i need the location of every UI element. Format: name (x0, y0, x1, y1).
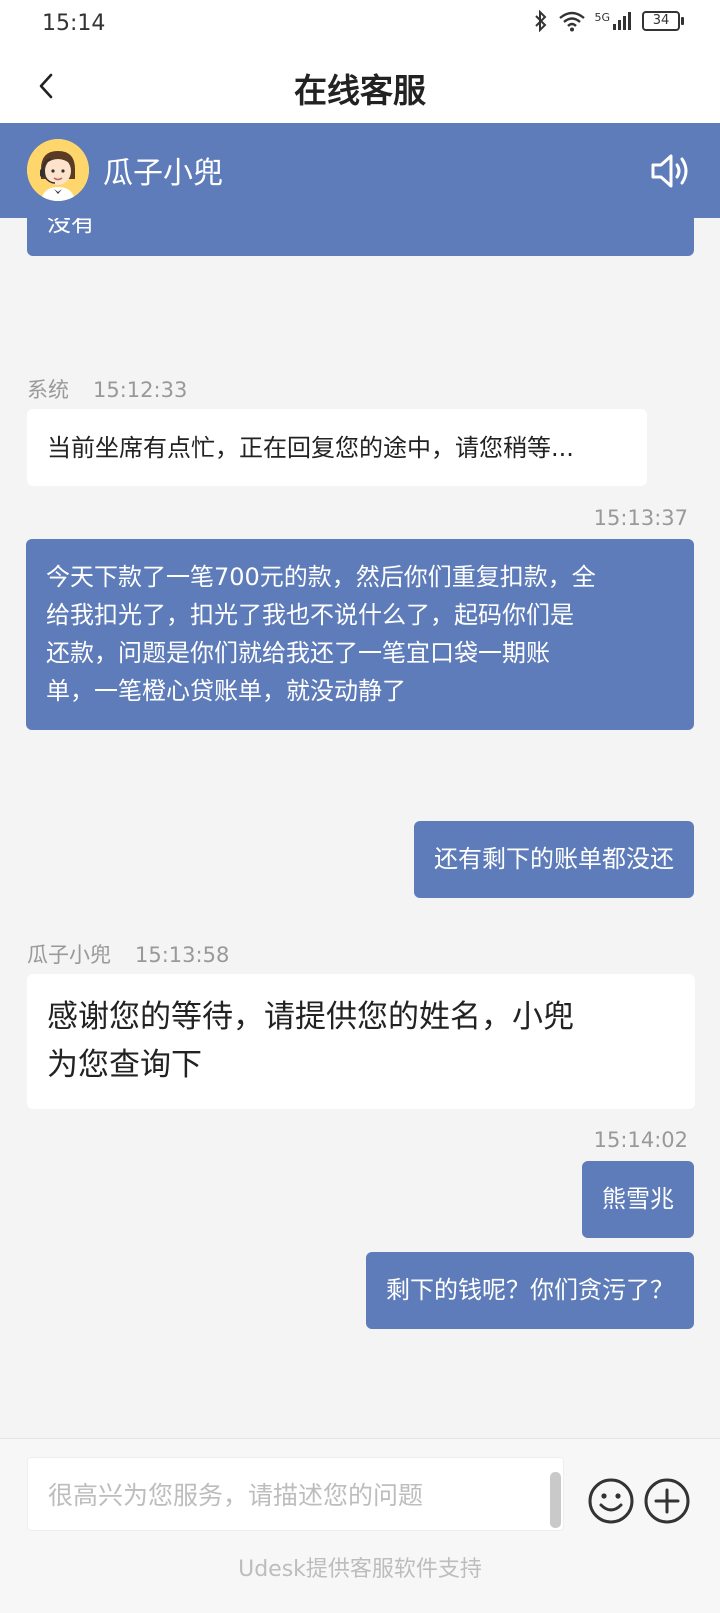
message-text: 剩下的钱呢？你们贪污了？ (386, 1276, 674, 1304)
message-bubble-outgoing: 还有剩下的账单都没还 (414, 821, 694, 898)
add-button[interactable] (643, 1477, 691, 1525)
message-sender: 系统 (27, 378, 69, 402)
message-bubble-outgoing: 剩下的钱呢？你们贪污了？ (366, 1252, 694, 1329)
emoji-button[interactable] (587, 1477, 635, 1525)
agent-avatar (27, 139, 89, 201)
message-bubble-outgoing: 没有 (27, 218, 694, 256)
speaker-button[interactable] (648, 148, 694, 194)
input-bar: Udesk提供客服软件支持 (0, 1438, 720, 1613)
message-line: 感谢您的等待，请提供您的姓名，小兜 (47, 999, 574, 1035)
speaker-icon (651, 154, 688, 188)
message-text: 没有 (47, 218, 95, 237)
message-text: 熊雪兆 (602, 1185, 674, 1213)
network-type-label: 5G (594, 11, 610, 24)
signal-icon (613, 12, 631, 30)
message-input-box[interactable] (27, 1457, 564, 1532)
wifi-icon (559, 11, 586, 32)
message-time: 15:13:58 (135, 943, 230, 967)
page-title: 在线客服 (294, 71, 426, 110)
agent-name: 瓜子小兜 (103, 156, 223, 191)
title-bar: 在线客服 (0, 48, 720, 123)
input-scrollbar[interactable] (550, 1472, 561, 1528)
message-sender: 瓜子小兜 (27, 943, 111, 967)
message-meta: 系统 15:12:33 (27, 374, 187, 404)
message-text: 当前坐席有点忙，正在回复您的途中，请您稍等... (47, 434, 574, 462)
battery-level: 34 (652, 13, 670, 28)
footer-text: Udesk提供客服软件支持 (238, 1557, 482, 1582)
agent-bar: 瓜子小兜 (0, 123, 720, 218)
battery-icon: 34 (642, 11, 684, 31)
message-text: 还有剩下的账单都没还 (434, 845, 674, 873)
message-line: 给我扣光了，扣光了我也不说什么了，起码你们是 (46, 601, 574, 629)
message-bubble-outgoing: 熊雪兆 (582, 1161, 694, 1238)
status-bar: 15:14 5G 34 (0, 0, 720, 48)
message-line: 单，一笔橙心贷账单，就没动静了 (46, 677, 406, 705)
emoji-icon (588, 1478, 634, 1524)
message-meta: 瓜子小兜 15:13:58 (27, 939, 229, 969)
message-line: 为您查询下 (47, 1047, 202, 1083)
message-bubble-outgoing: 今天下款了一笔700元的款，然后你们重复扣款，全 给我扣光了，扣光了我也不说什么… (26, 539, 694, 730)
message-time: 15:12:33 (93, 378, 188, 402)
message-line: 今天下款了一笔700元的款，然后你们重复扣款，全 (46, 563, 596, 591)
message-line: 还款，问题是你们就给我还了一笔宜口袋一期账 (46, 639, 550, 667)
message-input[interactable] (28, 1458, 540, 1532)
message-time: 15:14:02 (593, 1128, 688, 1152)
add-icon (644, 1478, 690, 1524)
status-time: 15:14 (42, 11, 106, 36)
chat-area[interactable]: 没有 系统 15:12:33 当前坐席有点忙，正在回复您的途中，请您稍等... 1… (0, 218, 720, 1438)
bluetooth-icon (535, 10, 547, 32)
message-bubble-incoming: 感谢您的等待，请提供您的姓名，小兜 为您查询下 (27, 974, 695, 1109)
message-bubble-incoming: 当前坐席有点忙，正在回复您的途中，请您稍等... (27, 409, 647, 486)
status-icons: 5G 34 (532, 10, 684, 32)
message-time: 15:13:37 (593, 506, 688, 530)
